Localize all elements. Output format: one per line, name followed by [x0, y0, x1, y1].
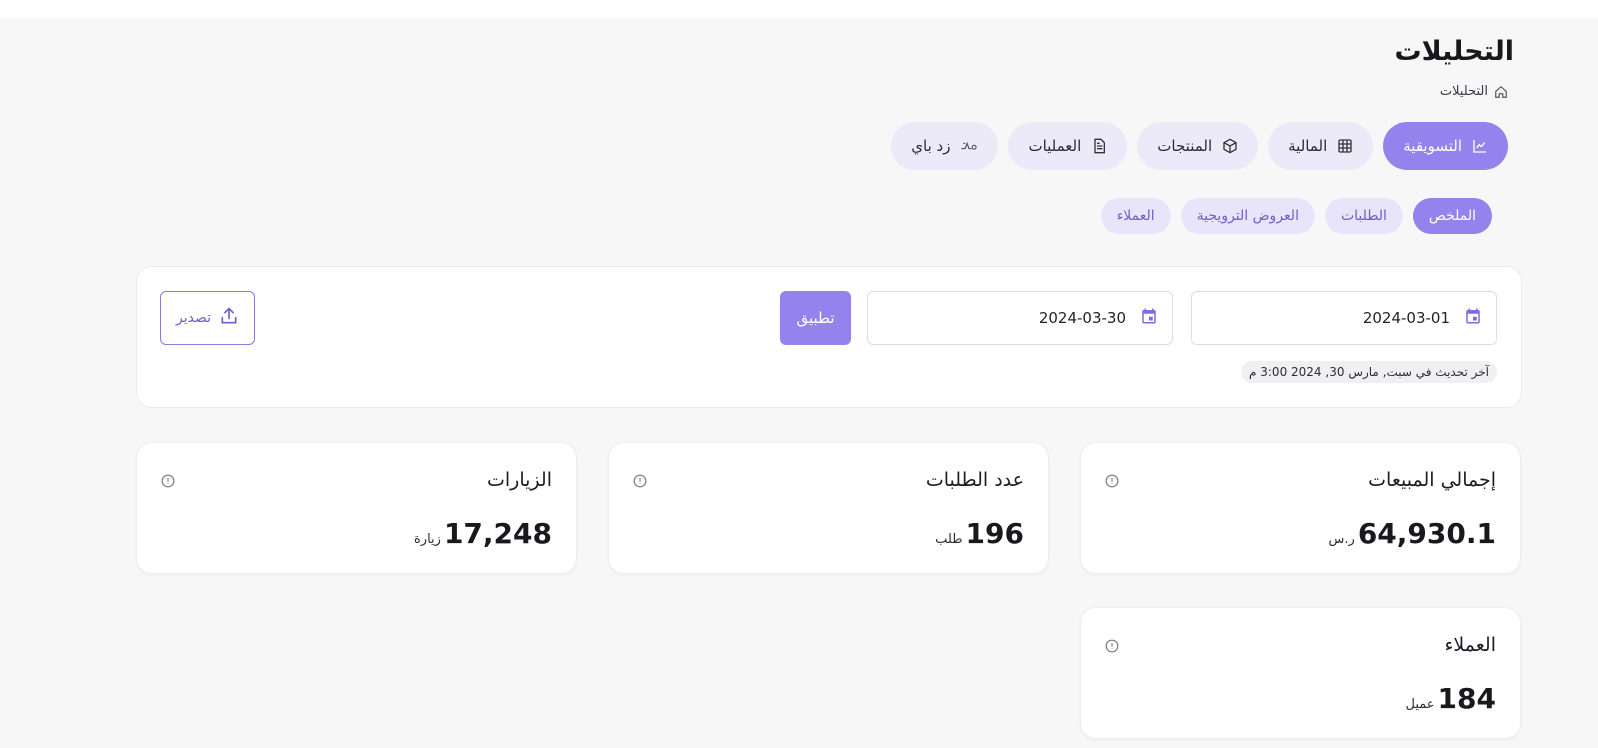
tab-products[interactable]: المنتجات — [1137, 122, 1259, 170]
export-label: تصدير — [176, 310, 212, 326]
info-icon[interactable] — [633, 473, 647, 492]
tab-label: المالية — [1288, 137, 1328, 155]
stat-title: الزيارات — [487, 469, 552, 491]
calendar-icon — [1464, 307, 1482, 329]
stat-card-visits: الزيارات 17,248 زيارة — [136, 442, 577, 574]
stat-title: عدد الطلبات — [925, 469, 1024, 491]
sub-tabs: الملخص الطلبات العروض الترويجية العملاء — [1100, 198, 1492, 234]
stat-unit: عميل — [1405, 697, 1435, 712]
breadcrumb-current[interactable]: التحليلات — [1440, 84, 1488, 99]
stat-unit: طلب — [935, 532, 963, 547]
calendar-icon — [1140, 307, 1158, 329]
tab-zid-pay[interactable]: زد باي — [891, 122, 999, 170]
tab-operations[interactable]: العمليات — [1008, 122, 1128, 170]
chart-line-icon — [1472, 138, 1488, 154]
date-from-field[interactable]: 2024-03-01 — [1191, 291, 1497, 345]
date-to-value: 2024-03-30 — [1038, 309, 1126, 327]
info-icon[interactable] — [161, 473, 175, 492]
zid-pay-icon — [960, 139, 978, 153]
upload-icon — [219, 306, 239, 330]
subtab-promotions[interactable]: العروض الترويجية — [1180, 198, 1315, 234]
apply-button[interactable]: تطبيق — [780, 291, 851, 345]
tab-label: زد باي — [911, 137, 951, 155]
stat-title: العملاء — [1444, 634, 1497, 656]
home-icon[interactable] — [1494, 85, 1508, 99]
stat-card-orders-count: عدد الطلبات 196 طلب — [608, 442, 1049, 574]
stat-unit: زيارة — [413, 532, 441, 547]
subtab-summary[interactable]: الملخص — [1412, 198, 1492, 234]
tab-label: التسويقية — [1403, 137, 1462, 155]
info-icon[interactable] — [1105, 638, 1119, 657]
stat-value: 17,248 — [443, 517, 552, 550]
filter-card: 2024-03-01 2024-03-30 تطبيق تصدير آخر تح… — [136, 266, 1522, 408]
date-from-value: 2024-03-01 — [1362, 309, 1450, 327]
table-grid-icon — [1337, 138, 1353, 154]
info-icon[interactable] — [1105, 473, 1119, 492]
box-icon — [1222, 138, 1238, 154]
stat-value: 184 — [1437, 682, 1496, 715]
tab-label: المنتجات — [1157, 137, 1213, 155]
tab-label: العمليات — [1028, 137, 1082, 155]
last-updated-badge: آخر تحديث في سبت, مارس 30, 2024 3:00 م — [1241, 361, 1497, 383]
stat-value: 196 — [965, 517, 1024, 550]
page-title: التحليلات — [1394, 36, 1514, 67]
stat-title: إجمالي المبيعات — [1368, 469, 1496, 491]
subtab-orders[interactable]: الطلبات — [1324, 198, 1403, 234]
tab-marketing[interactable]: التسويقية — [1383, 122, 1508, 170]
main-tabs: التسويقية المالية المنتجات العمليات زد ب… — [891, 122, 1508, 170]
breadcrumb: التحليلات — [1440, 84, 1508, 99]
document-icon — [1091, 138, 1107, 154]
top-bar — [0, 0, 1598, 18]
stat-card-customers: العملاء 184 عميل — [1080, 607, 1521, 739]
export-button[interactable]: تصدير — [160, 291, 255, 345]
subtab-customers[interactable]: العملاء — [1100, 198, 1171, 234]
tab-finance[interactable]: المالية — [1268, 122, 1374, 170]
stat-card-total-sales: إجمالي المبيعات 64,930.1 ر.س — [1080, 442, 1521, 574]
stat-unit: ر.س — [1328, 532, 1355, 547]
stat-value: 64,930.1 — [1357, 517, 1496, 550]
date-to-field[interactable]: 2024-03-30 — [867, 291, 1173, 345]
